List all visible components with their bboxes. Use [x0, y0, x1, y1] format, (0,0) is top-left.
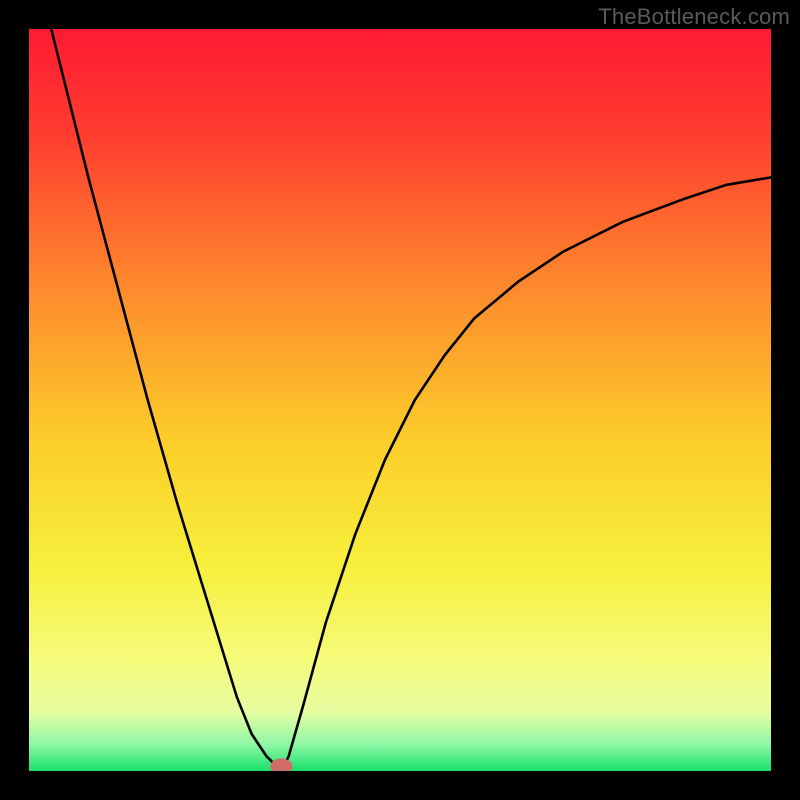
gradient-background [29, 29, 771, 771]
chart-frame: TheBottleneck.com [0, 0, 800, 800]
chart-svg [29, 29, 771, 771]
plot-area [29, 29, 771, 771]
watermark-text: TheBottleneck.com [598, 4, 790, 30]
